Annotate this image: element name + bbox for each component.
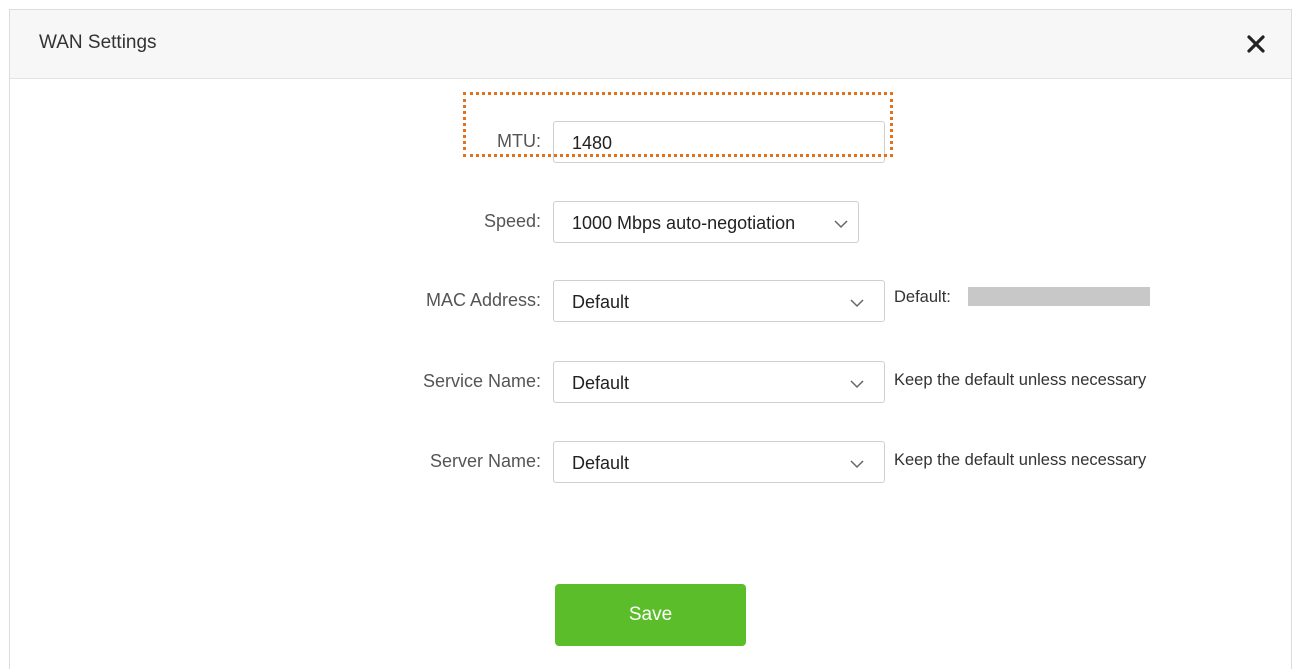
mac-default-hint: Default: [894,288,951,306]
speed-row: Speed: 1000 Mbps auto-negotiation [10,201,1291,243]
chevron-down-icon [850,376,864,389]
dialog-header: WAN Settings [10,10,1291,79]
speed-selected-value: 1000 Mbps auto-negotiation [572,213,796,233]
close-icon[interactable] [1245,33,1267,55]
service-name-label: Service Name: [422,371,541,391]
service-name-row: Service Name: Default Keep the default u… [10,361,1291,403]
mac-address-label: MAC Address: [425,290,541,310]
dialog-title: WAN Settings [39,32,157,53]
server-name-selected-value: Default [572,453,630,473]
server-name-select[interactable]: Default [553,441,885,483]
chevron-down-icon [850,295,864,308]
mac-address-select[interactable]: Default [553,280,885,322]
server-name-hint: Keep the default unless necessary [894,451,1147,469]
mac-address-row: MAC Address: Default Default: [10,280,1291,322]
server-name-row: Server Name: Default Keep the default un… [10,441,1291,483]
chevron-down-icon [850,456,864,469]
mac-address-redacted [968,287,1150,306]
chevron-down-icon [834,216,848,229]
service-name-selected-value: Default [572,373,630,393]
service-name-hint: Keep the default unless necessary [894,371,1147,389]
save-button[interactable]: Save [555,584,746,646]
speed-select[interactable]: 1000 Mbps auto-negotiation [553,201,859,243]
mac-address-selected-value: Default [572,292,630,312]
mtu-highlight-annotation [463,92,893,157]
server-name-label: Server Name: [429,451,541,471]
service-name-select[interactable]: Default [553,361,885,403]
speed-label: Speed: [483,211,541,231]
